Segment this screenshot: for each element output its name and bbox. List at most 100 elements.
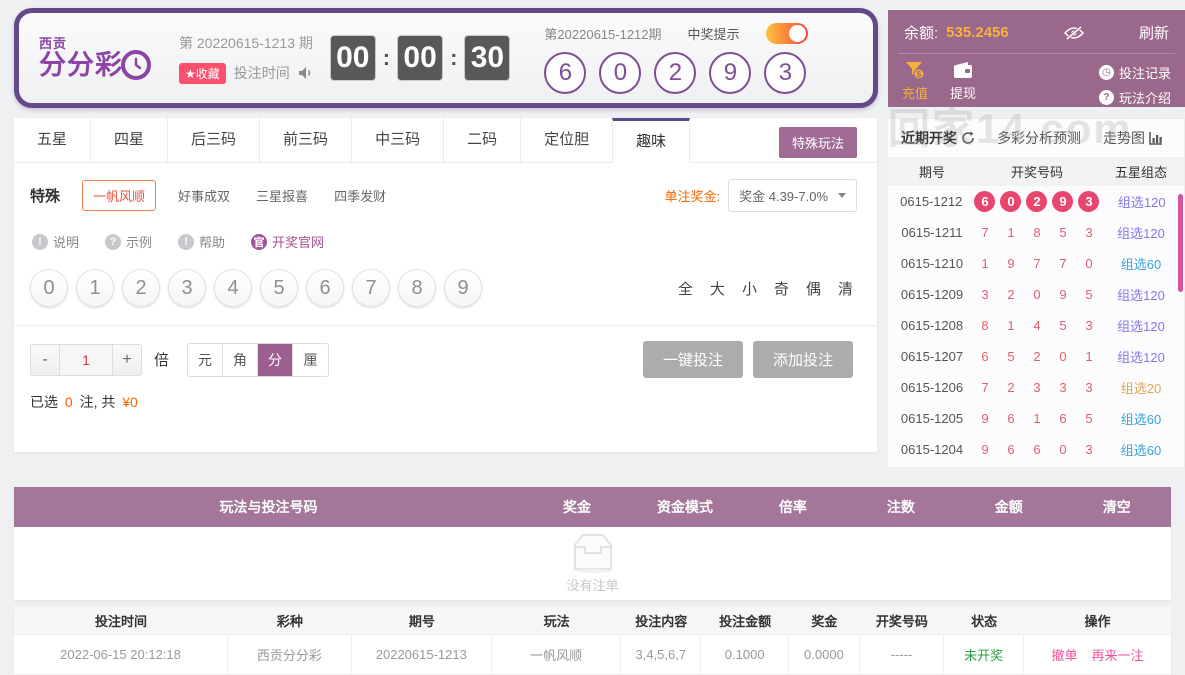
number-balls: 0123456789 — [30, 269, 490, 307]
sidebar-scrollbar[interactable] — [1178, 194, 1183, 292]
number-ball-5[interactable]: 5 — [260, 269, 298, 307]
favorite-badge[interactable]: ★收藏 — [179, 62, 226, 84]
refresh-balance-button[interactable]: 刷新 — [1139, 22, 1169, 43]
number-ball-9[interactable]: 9 — [444, 269, 482, 307]
bet-record-link[interactable]: ◷ 投注记录 — [1098, 63, 1171, 82]
withdraw-button[interactable]: 提现 — [950, 61, 976, 107]
pattern-link[interactable]: 组选120 — [1098, 316, 1184, 335]
help-link-4[interactable]: 官开奖官网 — [251, 232, 324, 251]
sub-play-3[interactable]: 三星报喜 — [256, 186, 308, 205]
tab-recent-draws[interactable]: 近期开奖 — [901, 128, 975, 148]
orders-col-2: 彩种 — [276, 614, 303, 629]
draw-period: 0615-1205 — [900, 411, 964, 426]
draw-digit: 8 — [1033, 225, 1041, 240]
quick-select-2[interactable]: 大 — [710, 278, 725, 299]
quick-select-1[interactable]: 全 — [678, 278, 693, 299]
number-ball-7[interactable]: 7 — [352, 269, 390, 307]
current-period: 第 20220615-1213 期 — [179, 34, 313, 51]
tab-analysis-label: 多彩分析预测 — [997, 130, 1081, 146]
pattern-link[interactable]: 组选120 — [1098, 285, 1184, 304]
help-link-1[interactable]: ! 说明 — [32, 232, 79, 251]
empty-inbox-icon — [567, 533, 619, 573]
recharge-button[interactable]: $ 充值 — [902, 61, 928, 107]
site-logo: 西贡 分分彩 — [19, 34, 153, 82]
draw-row: 0615-1208 8 1 4 5 3 组选120 — [888, 310, 1184, 341]
draw-digit: 3 — [1085, 225, 1093, 240]
selected-amount: ¥0 — [122, 394, 138, 410]
pattern-link[interactable]: 组选60 — [1098, 409, 1184, 428]
unit-2[interactable]: 角 — [223, 343, 259, 376]
one-key-bet-button[interactable]: 一键投注 — [643, 341, 743, 378]
number-ball-0[interactable]: 0 — [30, 269, 68, 307]
last-draw-block: 第20220615-1212期 中奖提示 60293 — [544, 22, 808, 94]
sub-play-2[interactable]: 好事成双 — [178, 186, 230, 205]
number-ball-2[interactable]: 2 — [122, 269, 160, 307]
tab-analysis[interactable]: 多彩分析预测 — [997, 128, 1081, 148]
recent-draws-panel: 近期开奖 多彩分析预测 走势图 期号 开奖号码 五星组态 0615-1212 6 0 2 9… — [887, 118, 1185, 468]
unit-1[interactable]: 元 — [188, 343, 224, 376]
draw-digit: 1 — [1085, 349, 1093, 364]
prize-select[interactable]: 奖金 4.39-7.0% — [728, 179, 857, 212]
number-ball-8[interactable]: 8 — [398, 269, 436, 307]
cart-col-6: 金额 — [994, 499, 1023, 515]
number-ball-4[interactable]: 4 — [214, 269, 252, 307]
speaker-icon[interactable] — [298, 66, 314, 80]
sidebar-rows: 0615-1212 6 0 2 9 3 组选120 0615-1211 7 1 8 5 3 组选120 06… — [888, 186, 1184, 465]
pattern-link[interactable]: 组选120 — [1099, 192, 1184, 211]
draw-numbers: 3 2 0 9 5 — [976, 287, 1098, 302]
number-ball-3[interactable]: 3 — [168, 269, 206, 307]
number-ball-6[interactable]: 6 — [306, 269, 344, 307]
eye-off-icon[interactable] — [1063, 25, 1085, 41]
order-action-2[interactable]: 再来一注 — [1091, 645, 1143, 664]
pattern-link[interactable]: 组选120 — [1098, 347, 1184, 366]
draw-digit: 9 — [1059, 287, 1067, 302]
number-ball-1[interactable]: 1 — [76, 269, 114, 307]
draw-header-card: 西贡 分分彩 第 20220615-1213 期 ★收藏 投注时间 00 : 0… — [14, 8, 878, 108]
pattern-link[interactable]: 组选120 — [1098, 223, 1184, 242]
quick-select-5[interactable]: 偶 — [806, 278, 821, 299]
multiplier-input[interactable] — [60, 343, 112, 376]
play-intro-link[interactable]: ? 玩法介绍 — [1098, 88, 1171, 107]
orders-col-6: 投注金额 — [719, 614, 772, 629]
add-bet-button[interactable]: 添加投注 — [753, 341, 853, 378]
pattern-link[interactable]: 组选20 — [1098, 378, 1184, 397]
orders-col-10: 操作 — [1084, 614, 1111, 629]
main-tab-7[interactable]: 定位胆 — [521, 118, 614, 162]
draw-digit: 7 — [981, 225, 989, 240]
help-link-3[interactable]: ! 帮助 — [178, 232, 225, 251]
main-tab-8[interactable]: 趣味 — [612, 118, 691, 163]
pattern-link[interactable]: 组选60 — [1098, 254, 1184, 273]
help-link-2[interactable]: ? 示例 — [105, 232, 152, 251]
draw-digit: 0 — [1059, 442, 1067, 457]
quick-select-6[interactable]: 清 — [838, 278, 853, 299]
order-action-1[interactable]: 撤单 — [1051, 645, 1077, 664]
draw-digit: 9 — [1007, 256, 1015, 271]
sub-play-1[interactable]: 一帆风顺 — [82, 180, 157, 211]
draw-digit: 6 — [1007, 411, 1015, 426]
countdown-minutes: 00 — [397, 35, 444, 81]
balance-label: 余额: — [904, 25, 939, 42]
draw-row: 0615-1209 3 2 0 9 5 组选120 — [888, 279, 1184, 310]
main-tab-4[interactable]: 前三码 — [260, 118, 353, 162]
tab-trend-chart[interactable]: 走势图 — [1103, 128, 1163, 148]
draw-numbers: 1 9 7 7 0 — [976, 256, 1098, 271]
pattern-link[interactable]: 组选60 — [1098, 440, 1184, 459]
main-tab-6[interactable]: 二码 — [444, 118, 522, 162]
main-tab-5[interactable]: 中三码 — [352, 118, 445, 162]
win-tip-toggle[interactable] — [765, 22, 808, 44]
quick-select-4[interactable]: 奇 — [774, 278, 789, 299]
last-draw-period: 第20220615-1212期 — [544, 26, 662, 42]
multiplier-decrease-button[interactable]: - — [30, 343, 60, 376]
account-panel: 余额: 535.2456 刷新 $ 充值 提现 ◷ 投注记录 ? 玩法介绍 — [888, 10, 1185, 107]
main-tab-3[interactable]: 后三码 — [168, 118, 261, 162]
main-tab-1[interactable]: 五星 — [14, 118, 92, 162]
quick-select-3[interactable]: 小 — [742, 278, 757, 299]
unit-3[interactable]: 分 — [258, 343, 294, 376]
special-play-button[interactable]: 特殊玩法 — [778, 127, 857, 158]
sub-play-4[interactable]: 四季发财 — [334, 186, 386, 205]
question-icon: ? — [1098, 90, 1114, 105]
main-tab-2[interactable]: 四星 — [91, 118, 169, 162]
unit-4[interactable]: 厘 — [293, 343, 329, 376]
multiplier-increase-button[interactable]: + — [112, 343, 142, 376]
draw-digit: 2 — [1026, 191, 1048, 212]
